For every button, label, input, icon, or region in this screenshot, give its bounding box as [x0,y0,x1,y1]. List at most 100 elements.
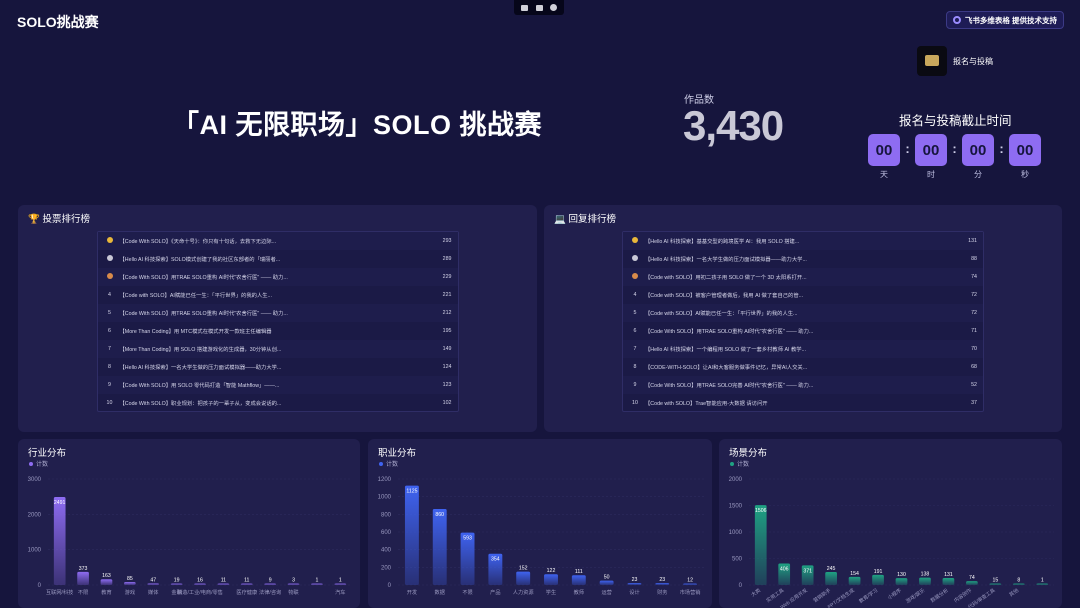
deadline-title: 报名与投稿截止时间 [899,114,1012,128]
list-item[interactable]: 8 【CODE-WITH-SOLO】让AI和大客服务做事件记忆，异常AI人交关..… [623,358,983,376]
bar-data-label: 9 [269,578,272,584]
list-item[interactable]: 7 【Hello AI 科技探索】一个编程用 SOLO 做了一套乡村教师 AI 教… [623,340,983,358]
y-tick-label: 200 [381,565,392,571]
list-item[interactable]: 4 【Code with SOLO】被客户管理者做后，我用 AI 做了套自己的管.… [623,286,983,304]
y-tick-label: 1000 [378,495,392,501]
x-tick-label: 产品 [490,588,500,596]
bar-data-label: 1125 [406,489,417,495]
entry-title[interactable]: 【More Than Coding】用 SOLO 搭建游戏化的生成器，30分钟从… [118,345,428,353]
bar [77,571,89,585]
list-item[interactable]: 4 【Code with SOLO】AI赋能已任一生：「平行世界」的我的人生...… [98,286,458,304]
feishu-logo-icon [952,16,961,24]
entry-title[interactable]: 【Hello AI 科技探索】基基交型的跨境医学 AI：我用 SOLO 搭建..… [643,237,953,245]
x-tick-label: 学生 [546,588,556,596]
entry-score: 74 [971,274,977,280]
bar [432,509,447,585]
list-item[interactable]: 【Code With SOLO】用TRAE SOLO重构 AI时代"农舍行医" … [97,268,458,286]
rank: 6 [108,328,111,334]
window-toolbar [514,0,564,15]
entry-title[interactable]: 【Code with SOLO】AI赋能已任一生：「平行世界」的我的人生... [643,309,953,317]
list-item[interactable]: 6 【More Than Coding】用 MTC模式在模式开发一款班主任编辑器 1… [98,322,458,340]
entry-title[interactable]: 【Code with SOLO】被客户管理者做后，我用 AI 做了套自己的管..… [643,291,953,299]
x-tick-label: 财务 [657,588,667,596]
entry-title[interactable]: 【Code With SOLO】用TRAE SOLO完善 AI时代"农舍行医" … [643,381,953,389]
list-item[interactable]: 【Code with SOLO】用初二孩子用 SOLO 做了一个 3D 太阳系打… [623,268,983,286]
x-tick-label: 游戏/娱乐 [905,587,927,605]
list-item[interactable]: 9 【Code With SOLO】用TRAE SOLO完善 AI时代"农舍行医"… [623,376,983,394]
entry-title[interactable]: 【Hello AI 科技探索】一个编程用 SOLO 做了一套乡村教师 AI 教学… [643,345,953,353]
list-item[interactable]: 8 【Hello AI 科技探索】一名大学生做的压力面试模拟器——助力大学... 1… [98,358,458,376]
list-item[interactable]: 【Hello AI 科技探索】SOLO模式创建了我的社区东部者的「瑞丽者... 2… [98,250,458,268]
rank: 10 [632,400,638,406]
close-icon[interactable] [549,4,557,11]
entry-score: 72 [971,310,977,316]
list-item[interactable]: 10 【Code with SOLO】Trae智能应用-大数据 请访问开 37 [623,394,983,412]
collapse-icon[interactable] [521,4,529,11]
bar [287,583,300,585]
entry-title[interactable]: 【Code With SOLO】用TRAE SOLO重构 AI时代"农舍行医" … [118,273,428,281]
bar-data-label: 154 [850,571,859,577]
list-item[interactable]: 【Hello AI 科技探索】基基交型的跨境医学 AI：我用 SOLO 搭建..… [623,232,983,250]
list-item[interactable]: 5 【Code With SOLO】用TRAE SOLO重构 AI时代"农舍行医"… [97,304,458,322]
list-item[interactable]: 7 【More Than Coding】用 SOLO 搭建游戏化的生成器，30分钟… [97,340,458,358]
x-tick-label: 开发 [407,588,417,596]
list-item[interactable]: 9 【Code With SOLO】用 SOLO 零代码打造「智能 Mathflo… [97,376,458,394]
entry-title[interactable]: 【CODE-WITH-SOLO】让AI和大客服务做事件记忆，异常AI人交关... [643,363,953,371]
y-tick-label: 800 [381,512,392,518]
bar [264,583,276,585]
bar-data-label: 12 [687,578,693,584]
entry-score: 70 [971,346,977,352]
entry-title[interactable]: 【More Than Coding】用 MTC模式在模式开发一款班主任编辑器 [118,327,428,335]
entry-title[interactable]: 【Code with SOLO】Trae智能应用-大数据 请访问开 [643,399,953,407]
entry-title[interactable]: 【Hello AI 科技探索】SOLO模式创建了我的社区东部者的「瑞丽者... [118,255,428,263]
scenario-bar-chart: 0 500 1000 1500 2000 1506 406 371 245 154 191 130 13… [729,477,1054,608]
rank [102,273,118,281]
register-logo-icon [917,46,947,76]
entry-title[interactable]: 【Hello AI 科技探索】一名大学生做的压力面试模拟器——助力大学... [643,255,953,263]
bar [919,577,931,585]
bar [147,583,160,585]
entry-title[interactable]: 【Code With SOLO】《天命十号》：你只有十句话，去救下无边际... [118,237,428,245]
rank: 5 [108,310,111,316]
y-tick-label: 2000 [729,477,743,483]
entry-title[interactable]: 【Code With SOLO】用 SOLO 零代码打造「智能 Mathflow… [118,381,428,389]
entry-score: 72 [971,292,977,298]
entry-title[interactable]: 【Code with SOLO】AI赋能已任一生：「平行世界」的我的人生... [118,291,428,299]
bar [404,485,419,585]
support-badge[interactable]: 飞书多维表格 提供技术支持 [945,11,1064,29]
countdown-hours: 00 时 [915,134,947,180]
bar-data-label: 2491 [54,500,66,506]
rank [627,237,643,245]
bar-data-label: 1 [1041,578,1044,584]
entry-score: 289 [442,256,452,262]
list-item[interactable]: 10 【Code With SOLO】职业规划：把孩子的一辈子从，变成会说话的..… [98,394,458,412]
y-tick-label: 1000 [28,548,42,554]
entry-score: 149 [442,346,452,352]
countdown-days-unit: 天 [880,170,888,179]
list-item[interactable]: 5 【Code with SOLO】AI赋能已任一生：「平行世界」的我的人生...… [623,304,983,322]
list-item[interactable]: 6 【Code With SOLO】用TRAE SOLO重构 AI时代"农舍行医"… [623,322,983,340]
screen-icon[interactable] [535,4,543,11]
x-tick-label: 制造/工业/电商/零售 [177,588,223,596]
bar [240,583,253,585]
entry-score: 212 [442,310,452,316]
countdown-hours-value: 00 [915,134,947,166]
rank [627,273,643,281]
rank: 4 [633,292,637,298]
x-tick-label: 汽车 [335,588,345,596]
entry-title[interactable]: 【Code With SOLO】用TRAE SOLO重构 AI时代"农舍行医" … [643,327,953,335]
bar-data-label: 593 [463,536,472,542]
entry-title[interactable]: 【Code With SOLO】职业规划：把孩子的一辈子从，变成会说话的... [118,399,428,407]
list-item[interactable]: 【Code With SOLO】《天命十号》：你只有十句话，去救下无边际... 2… [97,232,458,250]
entry-title[interactable]: 【Code with SOLO】用初二孩子用 SOLO 做了一个 3D 太阳系打… [643,273,953,281]
register-button[interactable]: 报名与投稿 [917,46,993,76]
x-tick-label: 其他 [1008,587,1020,598]
entry-title[interactable]: 【Hello AI 科技探索】一名大学生做的压力面试模拟器——助力大学... [118,363,428,371]
rank: 8 [108,364,111,370]
x-tick-label: 实用工具 [765,587,785,604]
bar [124,581,136,585]
x-tick-label: PPT/文档生成 [826,587,856,608]
list-item[interactable]: 【Hello AI 科技探索】一名大学生做的压力面试模拟器——助力大学... 88 [623,250,983,268]
x-tick-label: 设计 [629,588,639,596]
entry-title[interactable]: 【Code With SOLO】用TRAE SOLO重构 AI时代"农舍行医" … [118,309,428,317]
